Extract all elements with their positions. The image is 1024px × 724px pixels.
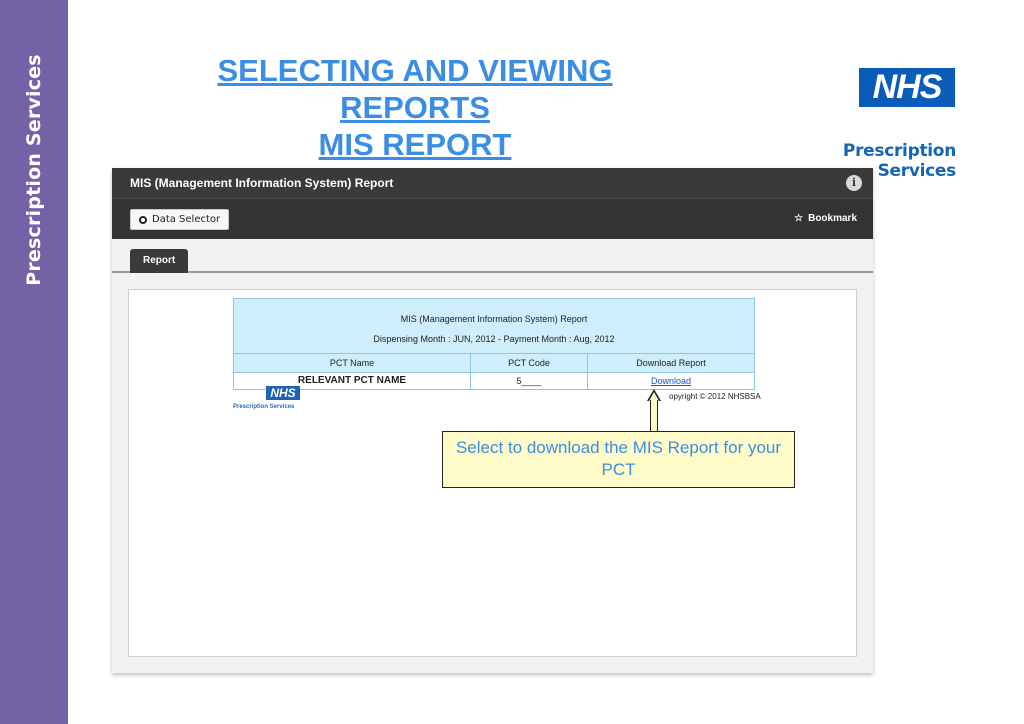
report-brand: Prescription Services bbox=[233, 404, 295, 410]
app-title: MIS (Management Information System) Repo… bbox=[130, 176, 394, 190]
side-band: Prescription Services bbox=[0, 0, 68, 724]
page-title-line1: SELECTING AND VIEWING REPORTS bbox=[217, 53, 613, 125]
tab-report[interactable]: Report bbox=[130, 249, 189, 273]
slide: Prescription Services SELECTING AND VIEW… bbox=[0, 0, 1024, 724]
pct-code-cell: 5____ bbox=[471, 373, 588, 389]
info-icon[interactable]: i bbox=[846, 175, 862, 191]
report-column-headers: PCT Name PCT Code Download Report bbox=[234, 354, 754, 373]
page-title: SELECTING AND VIEWING REPORTS MIS REPORT bbox=[150, 52, 680, 163]
column-header-pct-name: PCT Name bbox=[234, 354, 471, 372]
side-band-label: Prescription Services bbox=[23, 54, 45, 286]
callout-arrow bbox=[650, 400, 658, 432]
column-header-pct-code: PCT Code bbox=[471, 354, 588, 372]
toolbar: Data Selector ☆ Bookmark bbox=[112, 198, 873, 239]
report-subtitle: Dispensing Month : JUN, 2012 - Payment M… bbox=[373, 334, 615, 344]
report-header: MIS (Management Information System) Repo… bbox=[234, 299, 754, 354]
download-cell: Download bbox=[588, 373, 754, 389]
bookmark-button[interactable]: ☆ Bookmark bbox=[794, 213, 857, 224]
nhs-logo: NHS bbox=[859, 68, 955, 107]
data-selector-button[interactable]: Data Selector bbox=[130, 209, 230, 230]
star-icon: ☆ bbox=[794, 213, 804, 224]
bookmark-label: Bookmark bbox=[808, 213, 857, 224]
gear-icon bbox=[139, 215, 147, 224]
report-title: MIS (Management Information System) Repo… bbox=[400, 314, 588, 324]
report-nhs-logo: NHS bbox=[266, 386, 300, 400]
copyright-text: opyright © 2012 NHSBSA bbox=[669, 392, 761, 401]
tab-bar: Report bbox=[112, 239, 873, 273]
page-title-line2: MIS REPORT bbox=[318, 127, 512, 162]
report-table: MIS (Management Information System) Repo… bbox=[233, 298, 755, 390]
column-header-download: Download Report bbox=[636, 358, 706, 368]
callout-box: Select to download the MIS Report for yo… bbox=[442, 431, 795, 488]
download-link[interactable]: Download bbox=[651, 376, 691, 386]
app-window: MIS (Management Information System) Repo… bbox=[112, 168, 873, 673]
data-selector-label: Data Selector bbox=[152, 214, 221, 225]
app-header: MIS (Management Information System) Repo… bbox=[112, 168, 873, 198]
table-row: RELEVANT PCT NAME 5____ Download bbox=[234, 373, 754, 389]
